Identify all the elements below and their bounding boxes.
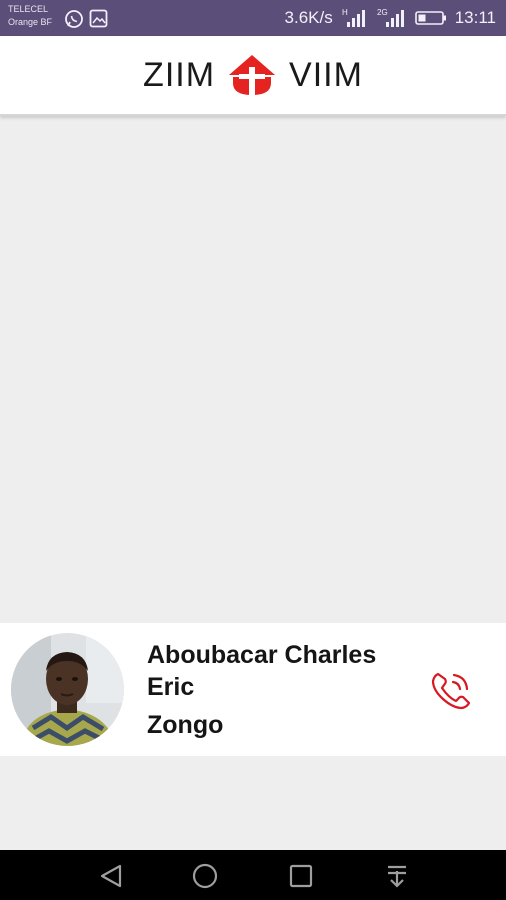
back-icon[interactable] bbox=[98, 863, 124, 889]
contact-card[interactable]: Aboubacar Charles Eric Zongo bbox=[0, 623, 506, 756]
signal-1-label: H bbox=[342, 8, 348, 17]
clock: 13:11 bbox=[454, 8, 496, 27]
recents-icon[interactable] bbox=[288, 863, 314, 889]
status-right: 3.6K/s H 2G 13:11 bbox=[285, 0, 496, 36]
logo-text-left: ZIIM bbox=[143, 55, 216, 94]
status-bar: TELECEL Orange BF 3.6K/s H 2G 13:11 bbox=[0, 0, 506, 36]
contact-name-line-3: Zongo bbox=[147, 711, 224, 739]
logo-mark-icon bbox=[229, 55, 276, 95]
carrier-info: TELECEL Orange BF bbox=[8, 3, 52, 29]
navigation-bar bbox=[0, 850, 506, 900]
contact-name: Aboubacar Charles Eric Zongo bbox=[147, 639, 407, 741]
pull-down-icon[interactable] bbox=[384, 863, 410, 889]
phone-call-icon[interactable] bbox=[427, 668, 473, 714]
carrier-2: Orange BF bbox=[8, 17, 53, 27]
signal-2-label: 2G bbox=[377, 8, 388, 17]
network-speed: 3.6K/s bbox=[284, 8, 333, 27]
gallery-icon bbox=[89, 9, 108, 28]
home-icon[interactable] bbox=[192, 863, 218, 889]
signal-h-icon: H bbox=[342, 8, 365, 27]
battery-icon bbox=[414, 11, 446, 25]
logo-text-right: VIIM bbox=[289, 55, 363, 94]
whatsapp-icon bbox=[65, 10, 83, 28]
carrier-1: TELECEL bbox=[8, 4, 49, 14]
contact-name-line-2: Eric bbox=[147, 673, 195, 701]
logo: ZIIM VIIM bbox=[0, 36, 506, 114]
signal-2g-icon: 2G bbox=[377, 8, 404, 27]
avatar bbox=[11, 633, 124, 746]
contact-name-line-1: Aboubacar Charles bbox=[147, 641, 377, 669]
app-header: ZIIM VIIM bbox=[0, 36, 506, 116]
